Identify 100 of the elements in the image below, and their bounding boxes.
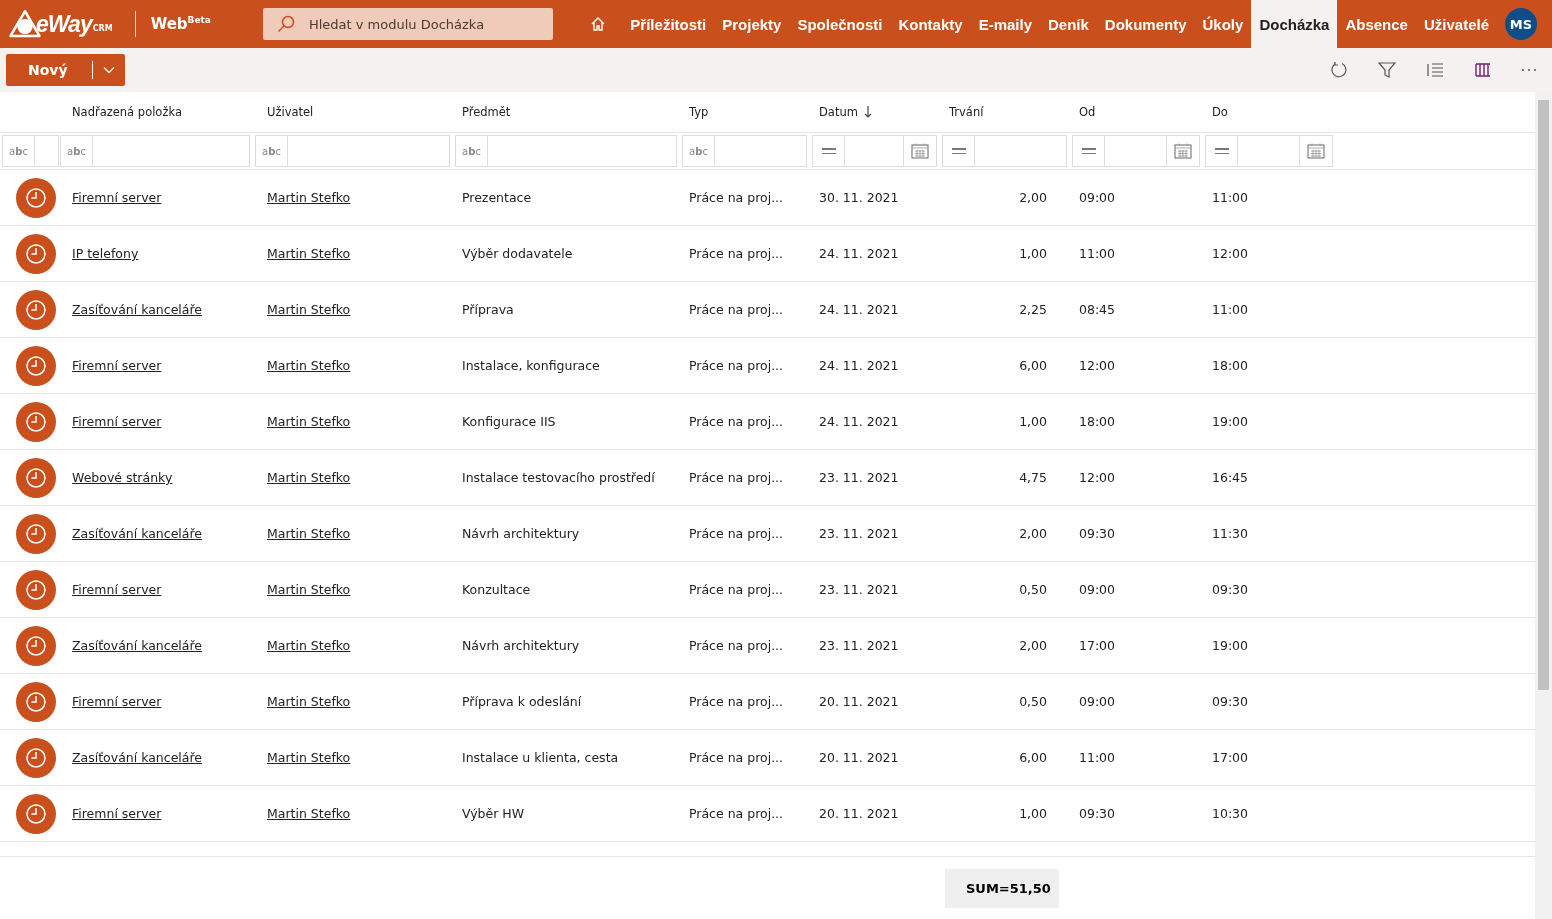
clock-icon (16, 233, 56, 274)
nav-tab[interactable]: Příležitosti (622, 0, 715, 48)
nav-tab[interactable]: Kontakty (890, 0, 971, 48)
nav-tab[interactable]: Projekty (714, 0, 790, 48)
start-time-cell-text: 09:00 (1079, 582, 1117, 597)
start-time-cell-text: 09:30 (1079, 806, 1117, 821)
type-cell-text: Práce na proj... (689, 526, 785, 541)
date-cell-text: 23. 11. 2021 (819, 638, 900, 653)
parent-item-link[interactable]: IP telefony (72, 246, 139, 261)
filter-field[interactable] (1205, 135, 1333, 167)
parent-item-link[interactable]: Firemní server (72, 358, 162, 373)
parent-item-link[interactable]: Firemní server (72, 694, 162, 709)
start-time-cell-text: 17:00 (1079, 638, 1117, 653)
subject-cell-text: Instalace u klienta, cesta (462, 750, 620, 765)
filter-field[interactable]: abc (455, 135, 677, 167)
refresh-icon[interactable] (1330, 61, 1348, 79)
filter-field[interactable] (1072, 135, 1200, 167)
user-link[interactable]: Martin Stefko (267, 694, 351, 709)
home-icon[interactable] (590, 16, 607, 32)
column-header[interactable]: Typ (689, 105, 709, 119)
subject-cell-text: Prezentace (462, 190, 533, 205)
nav-tab[interactable]: Úkoly (1194, 0, 1252, 48)
chevron-down-icon[interactable] (102, 66, 115, 74)
logo[interactable]: eWayCRM (8, 9, 113, 39)
filter-field[interactable]: abc (60, 135, 250, 167)
user-link[interactable]: Martin Stefko (267, 302, 351, 317)
parent-item-link[interactable]: Zasíťování kanceláře (72, 526, 203, 541)
columns-icon[interactable] (1474, 61, 1492, 79)
user-link[interactable]: Martin Stefko (267, 358, 351, 373)
user-link[interactable]: Martin Stefko (267, 190, 351, 205)
new-button[interactable]: Nový (6, 54, 125, 86)
user-avatar[interactable]: MS (1505, 8, 1537, 40)
list-icon[interactable] (1426, 61, 1444, 79)
column-header[interactable]: Nadřazená položka (72, 105, 182, 119)
user-link[interactable]: Martin Stefko (267, 806, 351, 821)
column-header[interactable]: Trvání (949, 105, 984, 119)
search-icon (276, 15, 295, 33)
start-time-cell-text: 11:00 (1079, 750, 1117, 765)
duration-cell-text: 1,00 (1018, 414, 1048, 429)
column-header[interactable]: Uživatel (267, 105, 314, 119)
nav-tab[interactable]: Deník (1040, 0, 1097, 48)
end-time-cell-text: 09:30 (1212, 694, 1250, 709)
date-cell-text: 20. 11. 2021 (819, 806, 900, 821)
filter-field[interactable] (812, 135, 937, 167)
user-link[interactable]: Martin Stefko (267, 470, 351, 485)
user-link[interactable]: Martin Stefko (267, 638, 351, 653)
end-time-cell-text: 19:00 (1212, 414, 1250, 429)
end-time-cell-text: 11:00 (1212, 302, 1250, 317)
user-link[interactable]: Martin Stefko (267, 526, 351, 541)
type-cell-text: Práce na proj... (689, 750, 785, 765)
parent-item-link[interactable]: Firemní server (72, 190, 162, 205)
date-cell-text: 23. 11. 2021 (819, 582, 900, 597)
filter-field[interactable]: abc (2, 135, 59, 167)
user-link[interactable]: Martin Stefko (267, 414, 351, 429)
column-header[interactable]: Datum (819, 105, 858, 119)
date-cell-text: 30. 11. 2021 (819, 190, 900, 205)
duration-cell-text: 2,25 (1018, 302, 1048, 317)
logo-text: eWay (36, 10, 92, 38)
end-time-cell-text: 19:00 (1212, 638, 1250, 653)
user-link[interactable]: Martin Stefko (267, 582, 351, 597)
parent-item-link[interactable]: Zasíťování kanceláře (72, 638, 203, 653)
clock-icon (16, 793, 56, 834)
type-cell-text: Práce na proj... (689, 246, 785, 261)
search-field[interactable]: Hledat v modulu Docházka (262, 8, 553, 40)
duration-cell-text: 6,00 (1018, 358, 1048, 373)
parent-item-link[interactable]: Firemní server (72, 414, 162, 429)
calendar-icon[interactable] (911, 143, 929, 159)
clock-icon (16, 681, 56, 722)
parent-item-link[interactable]: Firemní server (72, 582, 162, 597)
nav-tab[interactable]: E-maily (970, 0, 1040, 48)
end-time-cell-text: 09:30 (1212, 582, 1250, 597)
filter-field[interactable]: abc (255, 135, 450, 167)
nav-tab[interactable]: Docházka (1251, 0, 1338, 48)
parent-item-link[interactable]: Zasíťování kanceláře (72, 750, 203, 765)
nav-tab[interactable]: Uživatelé (1415, 0, 1497, 48)
subject-cell-text: Výběr dodavatele (462, 246, 574, 261)
column-header[interactable]: Předmět (462, 105, 511, 119)
nav-tab[interactable]: Absence (1337, 0, 1416, 48)
nav-tab[interactable]: Dokumenty (1096, 0, 1195, 48)
date-cell-text: 24. 11. 2021 (819, 358, 900, 373)
clock-icon (16, 345, 56, 386)
column-header[interactable]: Od (1079, 105, 1096, 119)
nav-tab[interactable]: Společnosti (789, 0, 891, 48)
user-link[interactable]: Martin Stefko (267, 246, 351, 261)
duration-cell-text: 0,50 (1018, 694, 1048, 709)
start-time-cell-text: 09:00 (1079, 190, 1117, 205)
parent-item-link[interactable]: Firemní server (72, 806, 162, 821)
column-header[interactable]: Do (1212, 105, 1228, 119)
parent-item-link[interactable]: Zasíťování kanceláře (72, 302, 203, 317)
calendar-icon[interactable] (1307, 143, 1325, 159)
duration-cell-text: 2,00 (1018, 638, 1048, 653)
parent-item-link[interactable]: Webové stránky (72, 470, 173, 485)
filter-field[interactable]: abc (682, 135, 807, 167)
filter-icon[interactable] (1378, 61, 1396, 79)
filter-field[interactable] (942, 135, 1067, 167)
calendar-icon[interactable] (1174, 143, 1192, 159)
scrollbar[interactable] (1535, 92, 1552, 919)
clock-icon (16, 737, 56, 778)
start-time-cell-text: 09:00 (1079, 694, 1117, 709)
user-link[interactable]: Martin Stefko (267, 750, 351, 765)
